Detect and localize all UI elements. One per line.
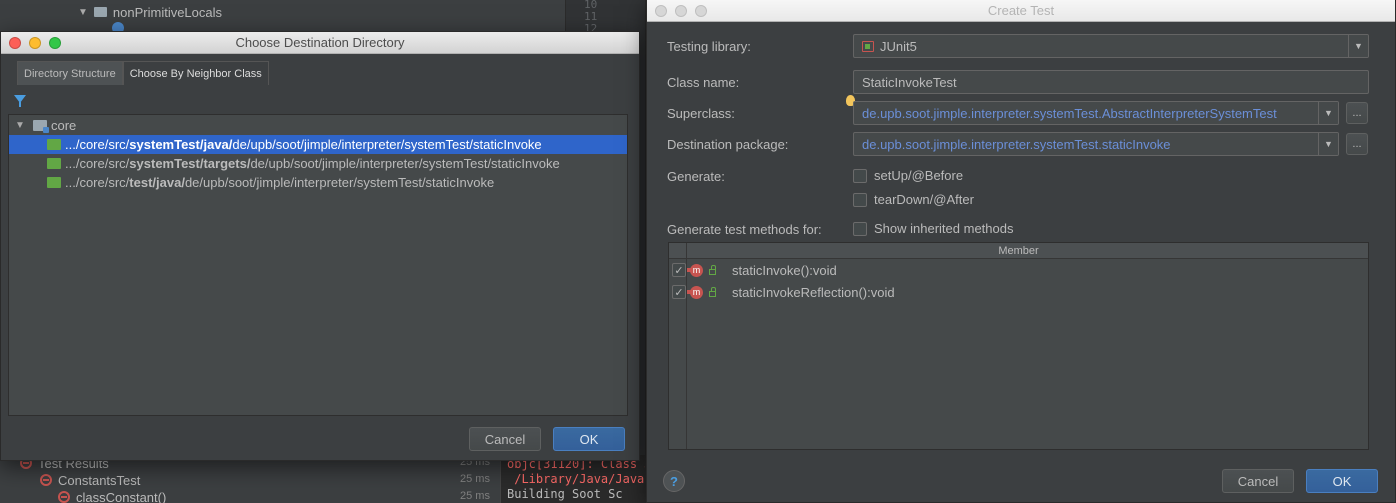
project-tree-node[interactable]: ▼ nonPrimitiveLocals (78, 2, 222, 22)
checkbox-box[interactable] (853, 221, 867, 236)
directory-suffix: de/upb/soot/jimple/interpreter/systemTes… (184, 175, 495, 190)
lock-icon (709, 286, 716, 297)
minimize-window-button[interactable] (675, 5, 687, 17)
directory-bold-part: systemTest/java/ (129, 137, 233, 152)
cancel-button[interactable]: Cancel (469, 427, 541, 451)
dialog-title: Create Test (987, 3, 1055, 18)
method-checkbox[interactable]: ✓ (672, 285, 686, 299)
class-name-input[interactable]: StaticInvokeTest (853, 70, 1369, 94)
method-name: staticInvoke():void (732, 262, 837, 278)
testing-library-label: Testing library: (667, 39, 751, 54)
lock-icon (709, 264, 716, 275)
tree-root-label: core (51, 118, 77, 133)
dialog-title: Choose Destination Directory (235, 35, 405, 50)
source-folder-icon (47, 139, 61, 150)
testing-library-value: JUnit5 (880, 38, 917, 54)
show-inherited-label: Show inherited methods (874, 221, 1014, 236)
ok-button[interactable]: OK (553, 427, 625, 451)
minimize-window-button[interactable] (29, 37, 41, 49)
directory-bold-part: systemTest/targets/ (129, 156, 251, 171)
member-row[interactable]: ✓ m staticInvoke():void (669, 259, 1368, 281)
directory-bold-part: test/java/ (129, 175, 185, 190)
test-case-row[interactable]: classConstant() (58, 488, 166, 503)
window-controls (9, 37, 61, 49)
directory-tabs: Directory Structure Choose By Neighbor C… (17, 61, 269, 85)
directory-tree: ▼ core .../core/src/systemTest/java/de/u… (8, 114, 628, 416)
tab-choose-by-neighbor-class[interactable]: Choose By Neighbor Class (122, 61, 269, 85)
test-failed-icon (58, 491, 70, 503)
method-icon: m (687, 263, 703, 277)
dialog-titlebar[interactable]: Create Test (647, 0, 1395, 22)
test-duration: 25 ms (460, 490, 490, 502)
test-suite-label: ConstantsTest (58, 472, 141, 488)
console-line: Building Soot Sc (507, 487, 623, 501)
run-console: objc[31120]: Class J /Library/Java/Java B… (500, 455, 645, 503)
setup-checkbox[interactable]: setUp/@Before (853, 168, 963, 183)
teardown-checkbox[interactable]: tearDown/@After (853, 192, 974, 207)
generate-label: Generate: (667, 169, 725, 184)
close-window-button[interactable] (655, 5, 667, 17)
method-icon: m (687, 285, 703, 299)
destination-package-combo[interactable]: de.upb.soot.jimple.interpreter.systemTes… (853, 132, 1339, 156)
source-folder-icon (47, 158, 61, 169)
setup-checkbox-label: setUp/@Before (874, 168, 964, 183)
window-controls (655, 5, 707, 17)
testing-library-select[interactable]: JUnit5 ▼ (853, 34, 1369, 58)
ok-button[interactable]: OK (1306, 469, 1378, 493)
directory-prefix: .../core/src/ (65, 156, 130, 171)
select-column-header (669, 243, 687, 258)
class-name-label: Class name: (667, 75, 740, 90)
superclass-value: de.upb.soot.jimple.interpreter.systemTes… (862, 105, 1277, 121)
test-failed-icon (40, 474, 52, 486)
zoom-window-button[interactable] (695, 5, 707, 17)
directory-item[interactable]: .../core/src/systemTest/java/de/upb/soot… (9, 135, 627, 154)
dialog-titlebar[interactable]: Choose Destination Directory (1, 32, 639, 54)
directory-item[interactable]: .../core/src/test/java/de/upb/soot/jimpl… (9, 173, 627, 192)
member-row[interactable]: ✓ m staticInvokeReflection():void (669, 281, 1368, 303)
project-tree-node-label: nonPrimitiveLocals (112, 4, 223, 20)
directory-prefix: .../core/src/ (65, 175, 130, 190)
directory-item[interactable]: .../core/src/systemTest/targets/de/upb/s… (9, 154, 627, 173)
superclass-combo[interactable]: de.upb.soot.jimple.interpreter.systemTes… (853, 101, 1339, 125)
teardown-checkbox-label: tearDown/@After (874, 192, 974, 207)
superclass-browse-button[interactable]: ... (1346, 102, 1368, 124)
member-table-header: Member (669, 243, 1368, 259)
destination-package-label: Destination package: (667, 137, 789, 152)
show-inherited-checkbox[interactable]: Show inherited methods (853, 221, 1013, 236)
checkbox-box[interactable] (853, 168, 867, 183)
cancel-button[interactable]: Cancel (1222, 469, 1294, 493)
directory-suffix: de/upb/soot/jimple/interpreter/systemTes… (250, 156, 560, 171)
superclass-label: Superclass: (667, 106, 735, 121)
module-folder-icon (33, 120, 49, 133)
member-column-header[interactable]: Member (669, 243, 1368, 258)
tree-root-core[interactable]: ▼ core (9, 116, 627, 135)
method-checkbox[interactable]: ✓ (672, 263, 686, 277)
close-window-button[interactable] (9, 37, 21, 49)
destination-package-value: de.upb.soot.jimple.interpreter.systemTes… (862, 136, 1171, 152)
test-suite-row[interactable]: ConstantsTest (40, 471, 140, 489)
create-test-dialog: Create Test Testing library: JUnit5 ▼ Cl… (646, 0, 1396, 503)
chevron-down-icon[interactable]: ▼ (1348, 35, 1368, 57)
expand-arrow-icon[interactable]: ▼ (78, 7, 88, 18)
checkbox-box[interactable] (853, 192, 867, 207)
zoom-window-button[interactable] (49, 37, 61, 49)
test-duration: 25 ms (460, 473, 490, 485)
filter-icon[interactable] (14, 95, 26, 107)
console-line: /Library/Java/Java (507, 472, 645, 486)
member-table: Member ✓ m staticInvoke():void ✓ m stati… (668, 242, 1369, 450)
method-name: staticInvokeReflection():void (732, 284, 895, 300)
directory-prefix: .../core/src/ (65, 137, 130, 152)
chevron-down-icon[interactable]: ▼ (1318, 102, 1338, 124)
directory-suffix: de/upb/soot/jimple/interpreter/systemTes… (232, 137, 542, 152)
source-folder-icon (47, 177, 61, 188)
test-case-label: classConstant() (76, 489, 167, 503)
chevron-down-icon[interactable]: ▼ (1318, 133, 1338, 155)
tab-directory-structure[interactable]: Directory Structure (17, 61, 123, 85)
destination-package-browse-button[interactable]: ... (1346, 133, 1368, 155)
help-button[interactable]: ? (663, 470, 685, 492)
generate-methods-label: Generate test methods for: (667, 222, 822, 237)
expand-arrow-icon[interactable]: ▼ (13, 120, 27, 131)
package-icon (93, 7, 107, 17)
junit-icon (862, 40, 874, 52)
